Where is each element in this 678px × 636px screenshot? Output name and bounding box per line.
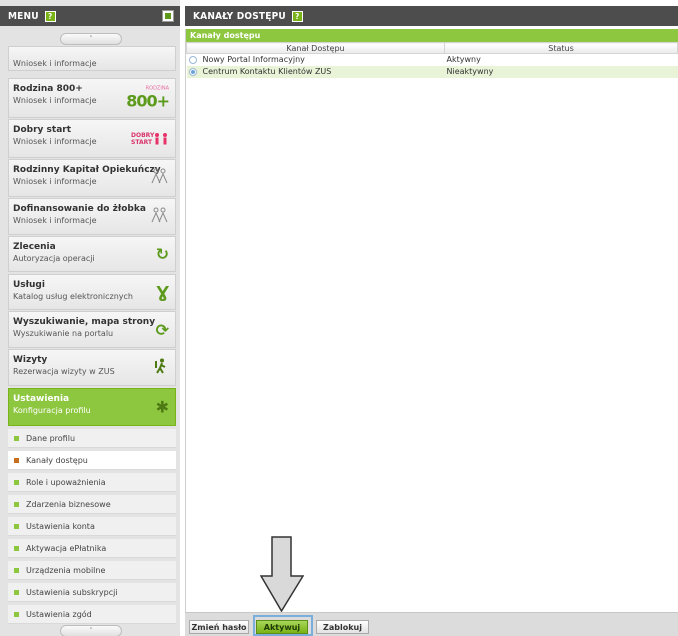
menu-item-sub: Rezerwacja wizyty w ZUS xyxy=(13,367,115,376)
menu-item-title: Ustawienia xyxy=(13,394,70,404)
menu-item-title: Wizyty xyxy=(13,355,48,365)
person-icon xyxy=(153,358,169,378)
sub-item-kanaly-dostepu[interactable]: Kanały dostępu xyxy=(8,451,176,470)
menu-item-title: Zlecenia xyxy=(13,242,56,252)
change-password-button[interactable]: Zmień hasło xyxy=(189,620,249,634)
collapse-menu-icon[interactable] xyxy=(162,10,174,22)
sub-item-aktywacja-eplatnika[interactable]: Aktywacja ePłatnika xyxy=(8,539,176,558)
menu-item-rodzina-800[interactable]: Rodzina 800+ Wniosek i informacje RODZIN… xyxy=(8,78,176,118)
menu-item-sub: Autoryzacja operacji xyxy=(13,254,95,263)
menu-item-wizyty[interactable]: Wizyty Rezerwacja wizyty w ZUS xyxy=(8,349,176,386)
bullet-icon xyxy=(14,611,19,617)
family-icon xyxy=(151,207,169,227)
column-header-channel[interactable]: Kanał Dostępu xyxy=(186,42,445,54)
menu-item-rodzinny-kapital[interactable]: Rodzinny Kapitał Opiekuńczy Wniosek i in… xyxy=(8,159,176,197)
bullet-icon xyxy=(14,545,19,551)
menu-item-dofinansowanie[interactable]: Dofinansowanie do żłobka Wniosek i infor… xyxy=(8,198,176,235)
radio-button[interactable] xyxy=(188,56,197,64)
channels-table: Kanał Dostępu Status Nowy Portal Informa… xyxy=(186,42,678,78)
radio-button[interactable] xyxy=(188,67,197,76)
bullet-icon xyxy=(14,589,19,595)
sub-item-subskrypcje[interactable]: Ustawienia subskrypcji xyxy=(8,583,176,602)
menu-item-dobry-start[interactable]: Dobry start Wniosek i informacje DOBRY S… xyxy=(8,119,176,158)
sidebar: MENU ? ˄ Wniosek i informacje Rodzina 80… xyxy=(0,0,180,636)
bullet-icon xyxy=(14,457,19,463)
family-icon xyxy=(151,168,169,188)
services-icon: Ɣ xyxy=(156,282,169,302)
refresh-icon: ↻ xyxy=(155,244,169,264)
menu-item-title: Dofinansowanie do żłobka xyxy=(13,204,146,214)
menu-item-title: Usługi xyxy=(13,280,45,290)
bullet-icon xyxy=(14,523,19,529)
column-header-status[interactable]: Status xyxy=(444,42,678,54)
menu-title: MENU xyxy=(8,10,39,22)
dobry-start-logo-icon: DOBRY START xyxy=(131,132,169,146)
bullet-icon xyxy=(14,567,19,573)
help-icon[interactable]: ? xyxy=(291,10,303,22)
bullet-icon xyxy=(14,479,19,485)
sub-item-urzadzenia[interactable]: Urządzenia mobilne xyxy=(8,561,176,580)
sub-item-dane-profilu[interactable]: Dane profilu xyxy=(8,429,176,448)
bullet-icon xyxy=(14,501,19,507)
menu-item-sub: Wniosek i informacje xyxy=(13,216,97,225)
bullet-icon xyxy=(14,435,19,441)
down-arrow-icon xyxy=(260,536,304,612)
sub-item-zdarzenia[interactable]: Zdarzenia biznesowe xyxy=(8,495,176,514)
search-refresh-icon: ⟳ xyxy=(155,320,169,339)
sub-item-zgody[interactable]: Ustawienia zgód xyxy=(8,605,176,624)
menu-item-sub: Wniosek i informacje xyxy=(13,177,97,186)
section-title: Kanały dostępu xyxy=(186,29,678,42)
main-content: Kanały dostępu Kanał Dostępu Status Nowy… xyxy=(185,29,678,612)
table-row[interactable]: Nowy Portal Informacyjny Aktywny xyxy=(187,54,678,66)
scroll-up-button[interactable]: ˄ xyxy=(60,33,122,45)
sub-item-role[interactable]: Role i upoważnienia xyxy=(8,473,176,492)
menu-item-partial[interactable]: Wniosek i informacje xyxy=(8,46,176,71)
menu-item-zlecenia[interactable]: Zlecenia Autoryzacja operacji ↻ xyxy=(8,236,176,272)
menu-item-sub: Katalog usług elektronicznych xyxy=(13,292,133,301)
activate-button-highlight xyxy=(253,615,313,636)
block-button[interactable]: Zablokuj xyxy=(316,620,369,634)
menu-item-wyszukiwanie[interactable]: Wyszukiwanie, mapa strony Wyszukiwanie n… xyxy=(8,311,176,348)
help-icon[interactable]: ? xyxy=(44,10,56,22)
rodzina-800-logo-icon: RODZINA 800+ xyxy=(126,85,170,111)
menu-item-title: Rodzinny Kapitał Opiekuńczy xyxy=(13,165,161,175)
gear-icon: ✱ xyxy=(155,397,169,417)
menu-item-sub: Konfiguracja profilu xyxy=(13,406,91,415)
menu-header: MENU ? xyxy=(0,6,180,26)
menu-item-sub: Wyszukiwanie na portalu xyxy=(13,329,114,338)
menu-item-sub: Wniosek i informacje xyxy=(13,59,97,68)
menu-item-uslugi[interactable]: Usługi Katalog usług elektronicznych Ɣ xyxy=(8,274,176,310)
menu-item-ustawienia[interactable]: Ustawienia Konfiguracja profilu ✱ xyxy=(8,388,176,426)
menu-item-title: Wyszukiwanie, mapa strony xyxy=(13,317,156,327)
page-title: KANAŁY DOSTĘPU xyxy=(193,10,286,22)
main-header: KANAŁY DOSTĘPU ? xyxy=(185,6,678,26)
sub-item-ustawienia-konta[interactable]: Ustawienia konta xyxy=(8,517,176,536)
table-row[interactable]: Centrum Kontaktu Klientów ZUS Nieaktywny xyxy=(186,65,678,78)
scroll-down-button[interactable]: ˅ xyxy=(60,625,122,636)
